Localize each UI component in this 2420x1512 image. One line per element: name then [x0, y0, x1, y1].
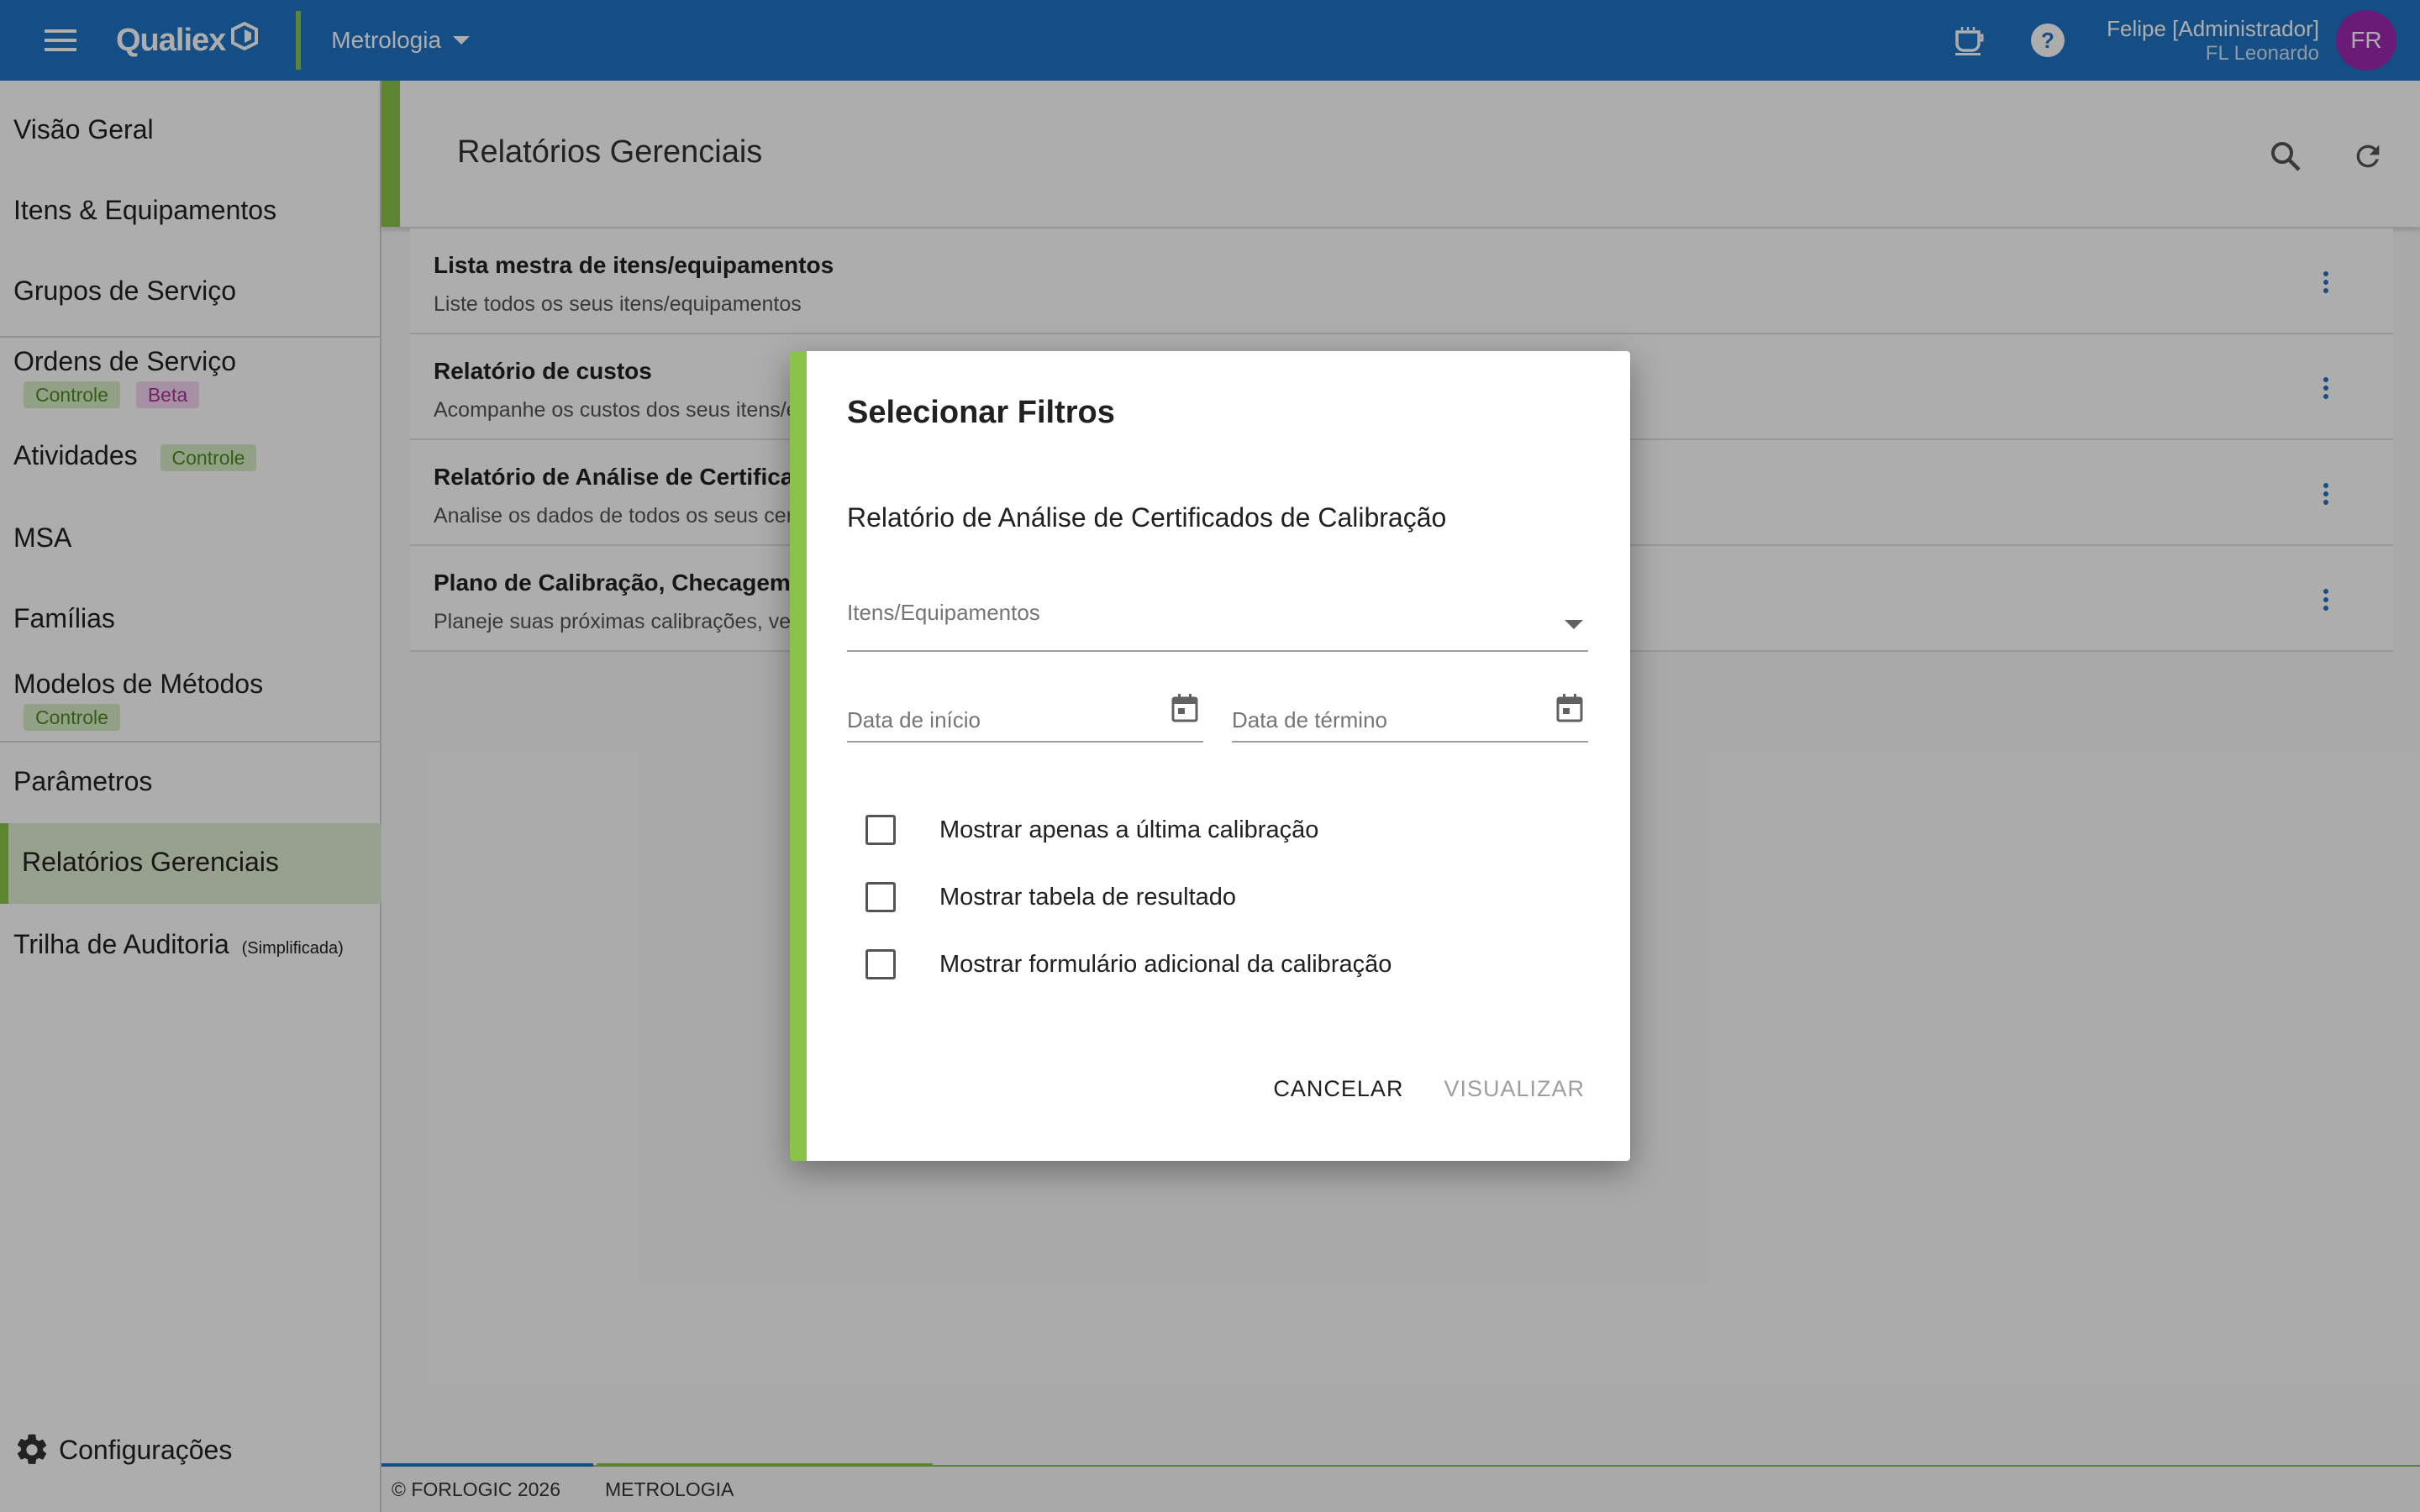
cancel-button[interactable]: CANCELAR [1261, 1068, 1415, 1110]
end-date-placeholder: Data de término [1232, 707, 1387, 732]
end-date-field[interactable]: Data de término [1232, 675, 1588, 743]
dialog-title: Selecionar Filtros [847, 395, 1115, 430]
checkbox-additional-form[interactable]: Mostrar formulário adicional da calibraç… [865, 949, 1392, 979]
checkbox-label: Mostrar tabela de resultado [939, 883, 1237, 911]
checkbox-label: Mostrar formulário adicional da calibraç… [939, 950, 1392, 978]
calendar-icon[interactable] [1556, 694, 1583, 727]
checkbox[interactable] [865, 815, 896, 845]
checkbox[interactable] [865, 949, 896, 979]
filters-dialog: Selecionar Filtros Relatório de Análise … [790, 351, 1630, 1161]
dialog-subtitle: Relatório de Análise de Certificados de … [847, 502, 1447, 533]
items-select[interactable]: Itens/Equipamentos [847, 583, 1588, 652]
start-date-placeholder: Data de início [847, 707, 981, 732]
view-button[interactable]: VISUALIZAR [1432, 1068, 1597, 1110]
checkbox-result-table[interactable]: Mostrar tabela de resultado [865, 882, 1236, 912]
checkbox-label: Mostrar apenas a última calibração [939, 816, 1319, 843]
start-date-field[interactable]: Data de início [847, 675, 1203, 743]
dropdown-arrow-icon [1565, 620, 1583, 629]
checkbox-last-calibration[interactable]: Mostrar apenas a última calibração [865, 815, 1318, 845]
items-select-placeholder: Itens/Equipamentos [847, 600, 1040, 625]
calendar-icon[interactable] [1171, 694, 1198, 727]
checkbox[interactable] [865, 882, 896, 912]
